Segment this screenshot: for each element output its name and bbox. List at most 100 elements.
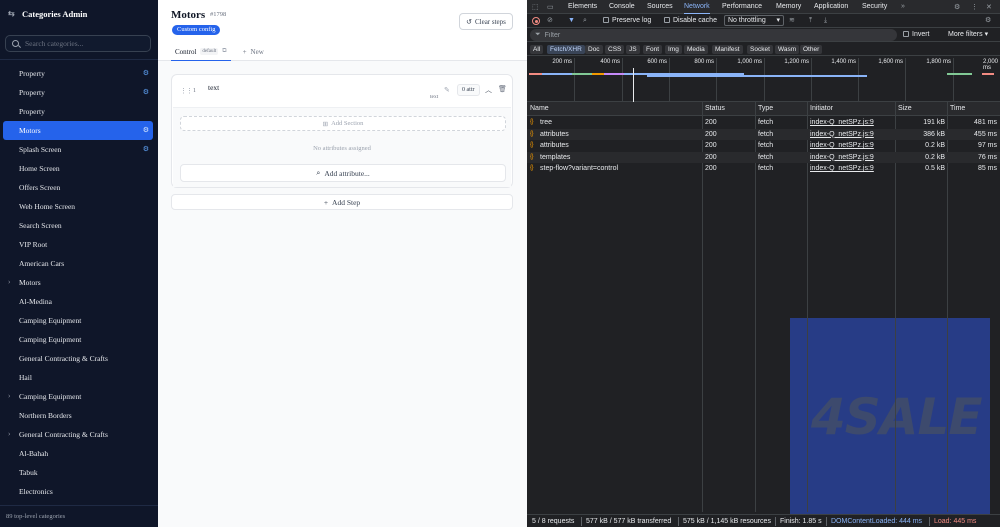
sidebar-item[interactable]: › Motors (3, 273, 153, 292)
type-filter-chip[interactable]: JS (626, 45, 640, 54)
kebab-menu-icon[interactable]: ⋮ (971, 3, 978, 11)
filter-input[interactable] (544, 31, 875, 39)
request-initiator[interactable]: index-Q_netSPz.js:9 (810, 117, 894, 129)
col-type[interactable]: Type (755, 102, 773, 116)
tab-console[interactable]: Console (609, 0, 635, 14)
sidebar-item[interactable]: Motors ⚙ (3, 121, 153, 140)
tab-control[interactable]: Control default ⧉ (171, 43, 231, 61)
chevron-up-icon[interactable]: ︿ (485, 85, 492, 95)
tab-performance[interactable]: Performance (722, 0, 762, 14)
filter-field[interactable]: ⏷ (530, 29, 897, 41)
type-filter-chip[interactable]: Img (665, 45, 682, 54)
col-status[interactable]: Status (702, 102, 725, 116)
request-row[interactable]: {} attributes 200 fetch index-Q_netSPz.js:9 0… (527, 140, 1000, 152)
col-initiator[interactable]: Initiator (807, 102, 833, 116)
sidebar-item[interactable]: Northern Borders (3, 406, 153, 425)
col-name[interactable]: Name (527, 102, 549, 116)
sidebar-item[interactable]: Camping Equipment (3, 330, 153, 349)
sidebar-item[interactable]: Camping Equipment (3, 311, 153, 330)
tab-security[interactable]: Security (862, 0, 887, 14)
add-step-button[interactable]: + Add Step (171, 194, 513, 210)
chevron-right-icon[interactable]: › (8, 392, 10, 400)
chevron-right-icon[interactable]: › (8, 278, 10, 286)
request-row[interactable]: {} tree 200 fetch index-Q_netSPz.js:9 191 kB 4… (527, 117, 1000, 129)
gear-icon[interactable]: ⚙ (143, 88, 149, 96)
sidebar-item[interactable]: Property (3, 102, 153, 121)
tab-network[interactable]: Network (684, 0, 710, 14)
export-icon[interactable]: ⤓ (824, 16, 827, 26)
sidebar-item[interactable]: Al-Medina (3, 292, 153, 311)
pencil-icon[interactable]: ✎ (444, 86, 450, 94)
type-filter-chip[interactable]: CSS (605, 45, 625, 54)
type-filter-chip[interactable]: Other (800, 45, 823, 54)
sidebar-item[interactable]: Splash Screen ⚙ (3, 140, 153, 159)
sidebar-item[interactable]: Electronics (3, 482, 153, 501)
tab-memory[interactable]: Memory (776, 0, 801, 14)
device-toolbar-icon[interactable]: ▭ (547, 3, 554, 11)
sidebar-item[interactable]: General Contracting & Crafts (3, 349, 153, 368)
category-search-input[interactable] (25, 39, 145, 48)
drag-handle-icon[interactable]: ⋮⋮ (180, 87, 193, 95)
wifi-icon[interactable]: ≋ (789, 16, 795, 26)
settings-icon[interactable]: ⚙ (954, 3, 960, 11)
add-attribute-button[interactable]: ⌕ Add attribute... (180, 164, 506, 182)
type-filter-chip[interactable]: Doc (585, 45, 603, 54)
tab-elements[interactable]: Elements (568, 0, 597, 14)
type-filter-chip[interactable]: Media (684, 45, 708, 54)
sidebar-item[interactable]: Home Screen (3, 159, 153, 178)
type-filter-chip[interactable]: Manifest (712, 45, 743, 54)
request-initiator[interactable]: index-Q_netSPz.js:9 (810, 152, 894, 164)
invert-checkbox[interactable]: Invert (903, 31, 930, 38)
request-row[interactable]: {} step-flow?variant=control 200 fetch index… (527, 163, 1000, 175)
type-filter-chip[interactable]: Wasm (775, 45, 800, 54)
network-settings-icon[interactable]: ⚙ (985, 16, 991, 26)
sidebar-item[interactable]: › Camping Equipment (3, 387, 153, 406)
gear-icon[interactable]: ⚙ (143, 145, 149, 153)
request-initiator[interactable]: index-Q_netSPz.js:9 (810, 140, 894, 152)
sidebar-item[interactable]: Tabuk (3, 463, 153, 482)
category-search[interactable] (5, 35, 151, 52)
type-filter-chip[interactable]: Font (643, 45, 663, 54)
filter-icon[interactable]: ▼ (568, 16, 575, 26)
sidebar-item[interactable]: Property ⚙ (3, 83, 153, 102)
close-icon[interactable]: ✕ (986, 3, 992, 11)
tab-sources[interactable]: Sources (647, 0, 673, 14)
gear-icon[interactable]: ⚙ (143, 126, 149, 134)
tab-new[interactable]: + New (239, 43, 268, 61)
disable-cache-checkbox[interactable]: Disable cache (664, 16, 717, 26)
col-size[interactable]: Size (895, 102, 912, 116)
sidebar-item[interactable]: Property ⚙ (3, 64, 153, 83)
more-filters-dropdown[interactable]: More filters ▾ (948, 31, 988, 39)
clear-icon[interactable]: ⊘ (547, 16, 553, 26)
type-filter-chip[interactable]: Socket (747, 45, 773, 54)
request-row[interactable]: {} attributes 200 fetch index-Q_netSPz.js:9 3… (527, 128, 1000, 141)
sidebar-item[interactable]: Hail (3, 368, 153, 387)
chevron-right-icon[interactable]: › (8, 430, 10, 438)
request-initiator[interactable]: index-Q_netSPz.js:9 (810, 163, 894, 175)
col-time[interactable]: Time (947, 102, 965, 116)
throttling-select[interactable]: No throttling ▾ (724, 15, 784, 26)
import-icon[interactable]: ⤒ (809, 16, 812, 26)
type-filter-chip[interactable]: All (530, 45, 544, 54)
clear-steps-button[interactable]: ↺ Clear steps (459, 13, 513, 30)
record-icon[interactable] (532, 17, 540, 25)
sidebar-item[interactable]: › General Contracting & Crafts (3, 425, 153, 444)
type-filter-chip[interactable]: Fetch/XHR (547, 45, 585, 54)
request-row[interactable]: {} templates 200 fetch index-Q_netSPz.js:9 0.… (527, 151, 1000, 164)
sidebar-item[interactable]: Search Screen (3, 216, 153, 235)
gear-icon[interactable]: ⚙ (143, 69, 149, 77)
request-initiator[interactable]: index-Q_netSPz.js:9 (810, 129, 894, 141)
trash-icon[interactable]: 🗑 (498, 85, 507, 93)
preserve-log-checkbox[interactable]: Preserve log (603, 16, 651, 26)
tab-application[interactable]: Application (814, 0, 848, 14)
sidebar-item[interactable]: Offers Screen (3, 178, 153, 197)
timeline-cursor[interactable] (633, 68, 634, 102)
more-tabs-icon[interactable]: » (901, 3, 905, 10)
inspect-icon[interactable]: ⬚ (532, 3, 539, 11)
sidebar-item[interactable]: Al-Bahah (3, 444, 153, 463)
sidebar-item[interactable]: VIP Root (3, 235, 153, 254)
sidebar-item[interactable]: Web Home Screen (3, 197, 153, 216)
sidebar-item[interactable]: American Cars (3, 254, 153, 273)
add-section-button[interactable]: ⊞ Add Section (180, 116, 506, 131)
search-icon[interactable]: ⌕ (583, 16, 587, 26)
